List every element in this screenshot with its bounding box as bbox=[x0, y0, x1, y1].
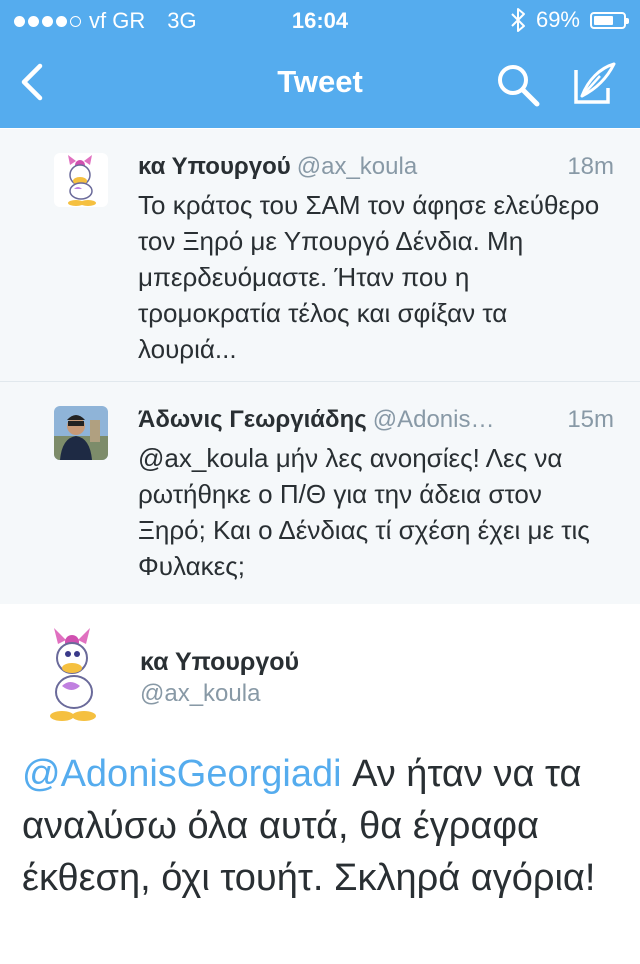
tweet-text: @ax_koula μήν λες ανοησίες! Λες να ρωτήθ… bbox=[138, 443, 590, 581]
avatar[interactable] bbox=[54, 153, 108, 207]
navigation-bar: Tweet bbox=[0, 40, 640, 128]
tweet-text: Το κράτος του ΣΑΜ τον άφησε ελεύθερο τον… bbox=[138, 190, 600, 364]
author-handle[interactable]: @ax_koula bbox=[297, 153, 417, 180]
status-right: 69% bbox=[510, 7, 629, 33]
author-handle[interactable]: @Adonis… bbox=[373, 406, 495, 433]
tweet-header: κα Υπουργού @ax_koula bbox=[138, 153, 618, 183]
tweet-time: 15m bbox=[567, 406, 614, 433]
battery-percent: 69% bbox=[535, 7, 580, 32]
battery-icon bbox=[590, 11, 629, 29]
header: vf GR 3G 16:04 69% Tweet bbox=[0, 0, 640, 128]
tweet-text: @AdonisGeorgiadi Αν ήταν να τα αναλύσω ό… bbox=[22, 748, 622, 904]
tweet-header: Άδωνις Γεωργιάδης @Adonis… bbox=[138, 406, 618, 436]
author-name[interactable]: κα Υπουργού bbox=[138, 153, 291, 180]
search-icon[interactable] bbox=[495, 62, 541, 108]
compose-tweet-icon[interactable] bbox=[570, 60, 618, 108]
author-name[interactable]: Άδωνις Γεωργιάδης bbox=[138, 406, 367, 433]
nav-title: Tweet bbox=[277, 64, 363, 99]
tweet-item[interactable]: κα Υπουργού @ax_koula 18m Το κράτος του Σ… bbox=[0, 129, 640, 382]
author-name[interactable]: κα Υπουργού bbox=[140, 648, 299, 677]
avatar[interactable] bbox=[40, 624, 104, 724]
tweet-item[interactable]: Άδωνις Γεωργιάδης @Adonis… 15m @ax_koula … bbox=[0, 382, 640, 605]
tweet-time: 18m bbox=[567, 153, 614, 180]
status-bar: vf GR 3G 16:04 69% bbox=[0, 0, 640, 40]
tweet-detail: κα Υπουργού @ax_koula @AdonisGeorgiadi Α… bbox=[0, 604, 640, 964]
mention-link[interactable]: @AdonisGeorgiadi bbox=[22, 753, 342, 795]
avatar[interactable] bbox=[54, 406, 108, 460]
bluetooth-icon bbox=[511, 8, 525, 32]
author-handle[interactable]: @ax_koula bbox=[140, 680, 260, 708]
